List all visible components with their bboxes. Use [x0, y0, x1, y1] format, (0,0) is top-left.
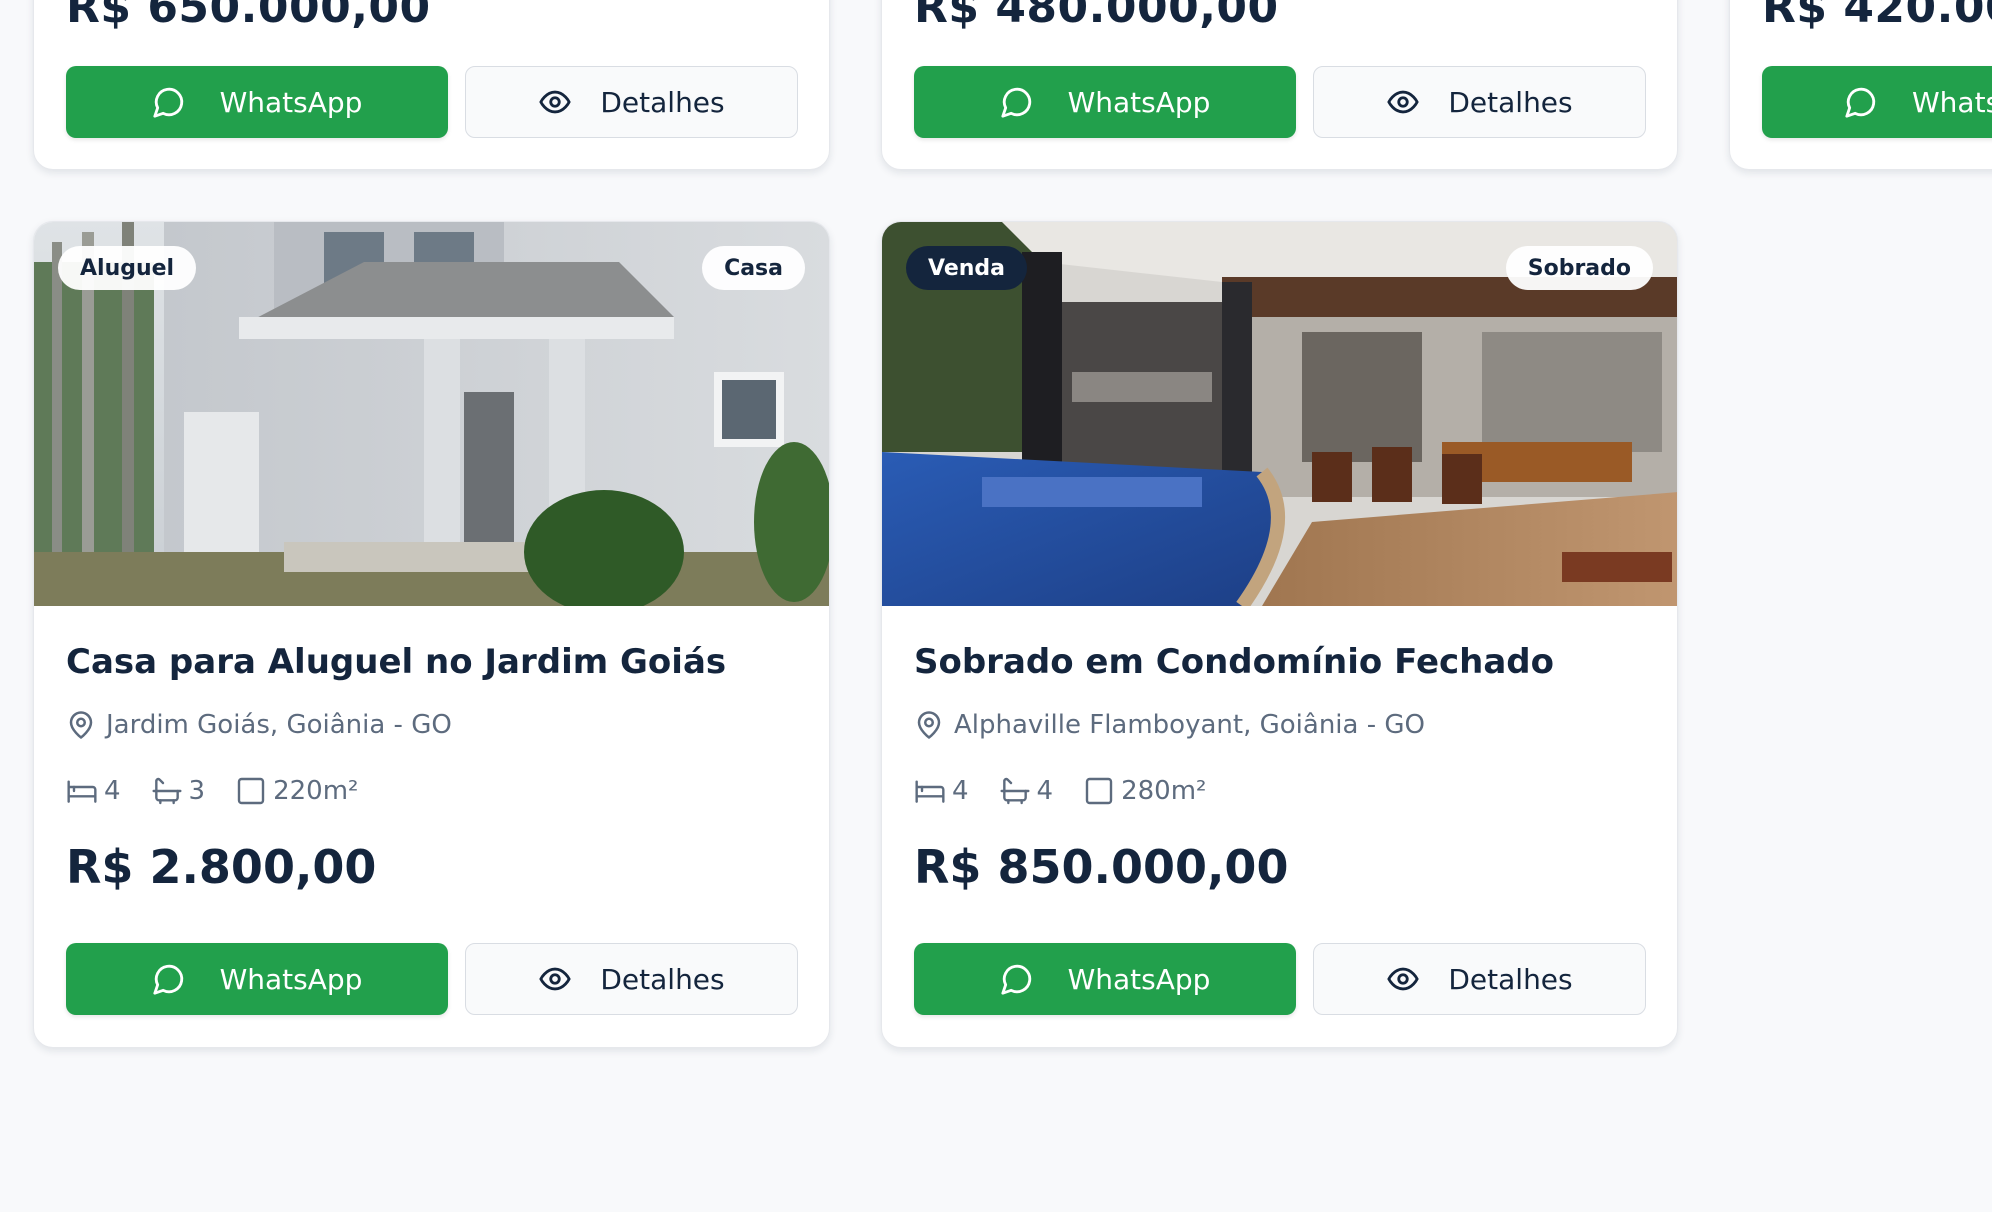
bathrooms-feature: 4	[999, 775, 1054, 807]
bedrooms-count: 4	[104, 776, 121, 806]
property-title[interactable]: Sobrado em Condomínio Fechado	[914, 642, 1554, 682]
card-actions: WhatsApp Detalhes	[66, 66, 798, 138]
bathrooms-count: 3	[188, 776, 206, 806]
listing-purpose-badge: Venda	[906, 246, 1027, 290]
property-price: R$ 650.000,00	[66, 0, 431, 33]
area-feature: 280m²	[1083, 775, 1206, 807]
card-actions: WhatsApp Detalhes	[66, 943, 798, 1015]
eye-icon	[1386, 85, 1420, 119]
property-card: Venda Sobrado Sobrado em Condomínio Fech…	[881, 221, 1678, 1048]
whatsapp-button-label: WhatsApp	[1067, 962, 1211, 996]
property-card-top-1: R$ 650.000,00 WhatsApp Detalhes	[33, 0, 830, 170]
property-price: R$ 850.000,00	[914, 840, 1289, 894]
area-value: 280m²	[1121, 776, 1207, 806]
eye-icon	[1386, 962, 1420, 996]
details-button-label: Detalhes	[1448, 962, 1573, 996]
card-actions: WhatsApp Detalhes	[914, 943, 1646, 1015]
area-square-icon	[1083, 775, 1115, 807]
location-text: Jardim Goiás, Goiânia - GO	[106, 710, 452, 740]
card-actions: Whats	[1762, 66, 1992, 138]
property-type-badge: Sobrado	[1505, 246, 1653, 290]
details-button[interactable]: Detalhes	[465, 943, 798, 1015]
bathrooms-count: 4	[1036, 776, 1054, 806]
listing-purpose-badge: Aluguel	[58, 246, 197, 290]
details-button-label: Detalhes	[600, 85, 725, 119]
property-photo[interactable]: Venda Sobrado	[882, 222, 1677, 606]
whatsapp-chat-icon	[1844, 85, 1878, 119]
details-button-label: Detalhes	[600, 962, 725, 996]
property-card-top-2: R$ 480.000,00 WhatsApp Detalhes	[881, 0, 1678, 170]
property-listing-grid: R$ 650.000,00 WhatsApp Detalhes R$ 480.0…	[0, 0, 1992, 1212]
bath-icon	[999, 775, 1031, 807]
map-pin-icon	[914, 710, 944, 740]
map-pin-icon	[66, 710, 96, 740]
bed-icon	[914, 775, 946, 807]
bed-icon	[66, 775, 98, 807]
bedrooms-count: 4	[952, 776, 969, 806]
property-card: Aluguel Casa Casa para Aluguel no Jardim…	[33, 221, 830, 1048]
property-price: R$ 420.00	[1762, 0, 1992, 33]
whatsapp-button[interactable]: WhatsApp	[66, 66, 448, 138]
property-features: 4 3 220m²	[66, 775, 388, 807]
whatsapp-button[interactable]: WhatsApp	[914, 66, 1296, 138]
whatsapp-chat-icon	[152, 962, 186, 996]
whatsapp-chat-icon	[152, 85, 186, 119]
area-square-icon	[235, 775, 267, 807]
whatsapp-button-label: WhatsApp	[219, 962, 363, 996]
card-actions: WhatsApp Detalhes	[914, 66, 1646, 138]
property-price: R$ 480.000,00	[914, 0, 1279, 33]
whatsapp-button[interactable]: Whats	[1762, 66, 1992, 138]
details-button[interactable]: Detalhes	[1313, 943, 1646, 1015]
area-value: 220m²	[273, 776, 359, 806]
bedrooms-feature: 4	[66, 775, 121, 807]
property-location: Alphaville Flamboyant, Goiânia - GO	[914, 710, 1425, 740]
eye-icon	[538, 962, 572, 996]
eye-icon	[538, 85, 572, 119]
bathrooms-feature: 3	[151, 775, 206, 807]
whatsapp-button-label: WhatsApp	[219, 85, 363, 119]
property-price: R$ 2.800,00	[66, 840, 377, 894]
whatsapp-chat-icon	[1000, 962, 1034, 996]
property-features: 4 4 280m²	[914, 775, 1236, 807]
bedrooms-feature: 4	[914, 775, 969, 807]
whatsapp-button[interactable]: WhatsApp	[914, 943, 1296, 1015]
whatsapp-button-label: WhatsApp	[1067, 85, 1211, 119]
bath-icon	[151, 775, 183, 807]
area-feature: 220m²	[235, 775, 358, 807]
details-button[interactable]: Detalhes	[465, 66, 798, 138]
whatsapp-chat-icon	[1000, 85, 1034, 119]
whatsapp-button-label: Whats	[1912, 85, 1992, 119]
property-title[interactable]: Casa para Aluguel no Jardim Goiás	[66, 642, 726, 682]
property-location: Jardim Goiás, Goiânia - GO	[66, 710, 452, 740]
property-photo[interactable]: Aluguel Casa	[34, 222, 829, 606]
location-text: Alphaville Flamboyant, Goiânia - GO	[954, 710, 1425, 740]
property-card-top-3: R$ 420.00 Whats	[1729, 0, 1992, 170]
whatsapp-button[interactable]: WhatsApp	[66, 943, 448, 1015]
details-button[interactable]: Detalhes	[1313, 66, 1646, 138]
property-type-badge: Casa	[702, 246, 805, 290]
details-button-label: Detalhes	[1448, 85, 1573, 119]
